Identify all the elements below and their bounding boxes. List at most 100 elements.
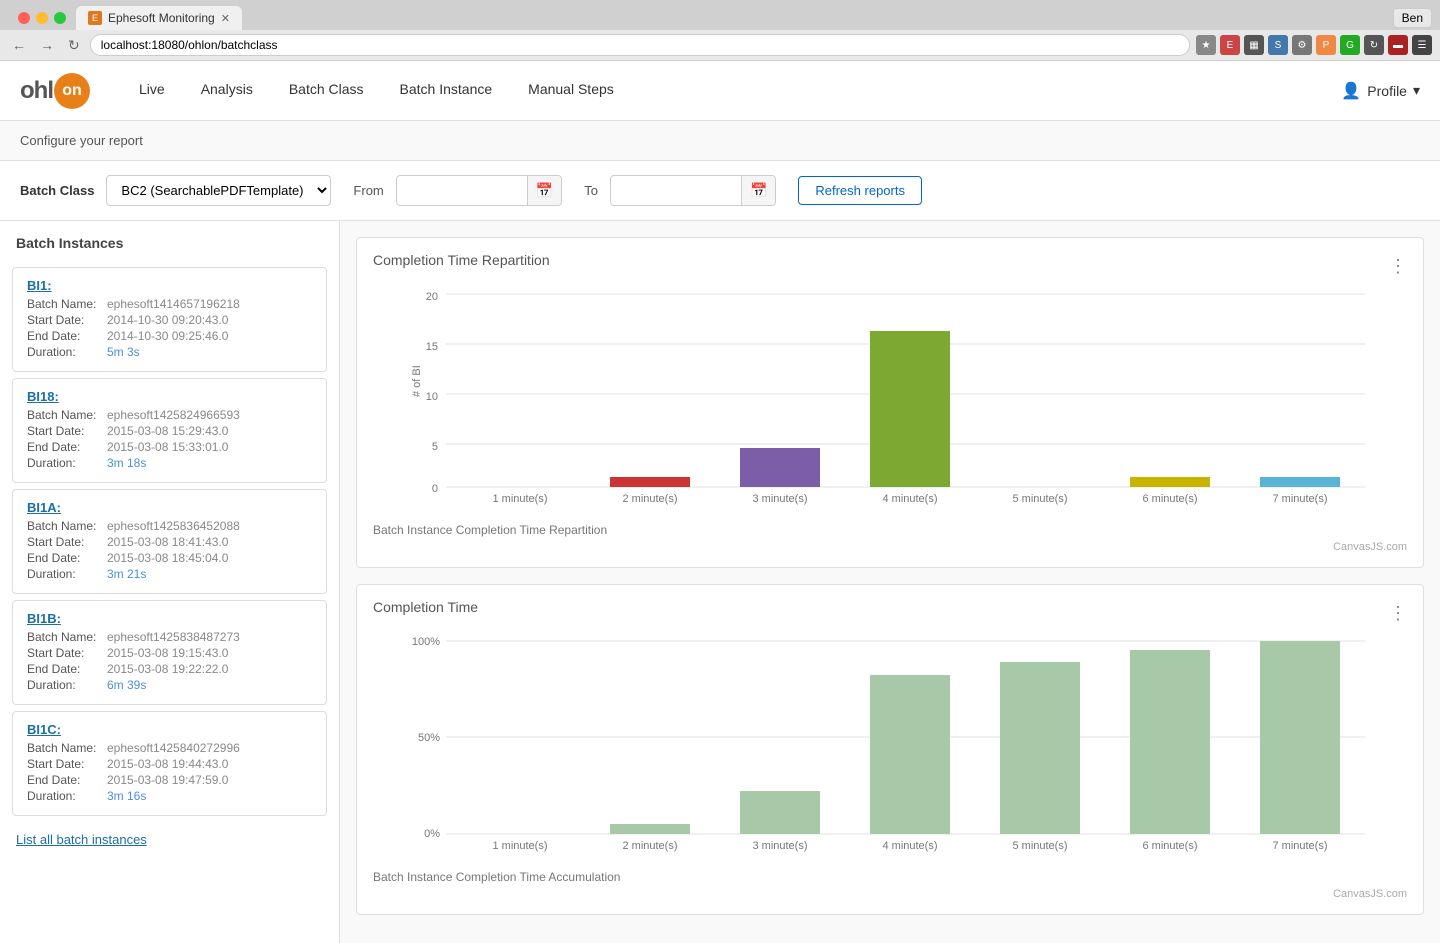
bi-card-4: BI1B: Batch Name: ephesoft1425838487273 … — [12, 600, 327, 705]
bi-val: 2014-10-30 09:20:43.0 — [107, 313, 228, 327]
bi-val: 2015-03-08 15:33:01.0 — [107, 440, 228, 454]
svg-text:100%: 100% — [412, 636, 440, 648]
bi-val: 3m 18s — [107, 456, 146, 470]
bi-row: End Date: 2014-10-30 09:25:46.0 — [27, 329, 312, 343]
bi-key: Batch Name: — [27, 630, 107, 644]
from-calendar-button[interactable]: 📅 — [527, 176, 561, 205]
bi-val: 2015-03-08 19:47:59.0 — [107, 773, 228, 787]
bi-card-2: BI18: Batch Name: ephesoft1425824966593 … — [12, 378, 327, 483]
nav-item-live[interactable]: Live — [121, 61, 183, 121]
refresh-reports-button[interactable]: Refresh reports — [798, 176, 922, 205]
svg-text:5 minute(s): 5 minute(s) — [1012, 840, 1067, 852]
nav-item-batch-instance[interactable]: Batch Instance — [382, 61, 511, 121]
ext-icon-1[interactable]: E — [1220, 35, 1240, 55]
bi-key: End Date: — [27, 551, 107, 565]
bi-val: ephesoft1425838487273 — [107, 630, 240, 644]
bi-row: Duration: 5m 3s — [27, 345, 312, 359]
svg-text:15: 15 — [426, 341, 438, 353]
profile-button[interactable]: 👤 Profile ▾ — [1341, 81, 1420, 101]
ext-icon-7[interactable]: ↻ — [1364, 35, 1384, 55]
bi-row: End Date: 2015-03-08 19:47:59.0 — [27, 773, 312, 787]
app-header: ohl on Live Analysis Batch Class Batch I… — [0, 61, 1440, 121]
chart1-title: Completion Time Repartition — [373, 252, 550, 268]
address-bar[interactable] — [90, 34, 1190, 56]
from-date-input[interactable] — [397, 177, 527, 204]
to-date-wrapper: 📅 — [610, 175, 776, 206]
bi-row: Batch Name: ephesoft1425838487273 — [27, 630, 312, 644]
chart1-container: 20 15 10 5 0 # of BI — [373, 282, 1407, 515]
to-calendar-button[interactable]: 📅 — [741, 176, 775, 205]
configure-label: Configure your report — [20, 133, 143, 148]
bi-key: End Date: — [27, 662, 107, 676]
bi-row: Start Date: 2015-03-08 15:29:43.0 — [27, 424, 312, 438]
nav-item-manual-steps[interactable]: Manual Steps — [510, 61, 632, 121]
panel-title: Batch Instances — [0, 221, 339, 261]
profile-icon: 👤 — [1341, 81, 1361, 101]
bi-title-1[interactable]: BI1: — [27, 278, 312, 293]
browser-tab[interactable]: E Ephesoft Monitoring ✕ — [76, 6, 242, 30]
close-traffic-light[interactable] — [18, 12, 30, 24]
bi-row: Start Date: 2014-10-30 09:20:43.0 — [27, 313, 312, 327]
bi-card-3: BI1A: Batch Name: ephesoft1425836452088 … — [12, 489, 327, 594]
bookmark-icon[interactable]: ★ — [1196, 35, 1216, 55]
svg-text:3 minute(s): 3 minute(s) — [752, 840, 807, 852]
svg-text:0: 0 — [432, 483, 438, 495]
ext-icon-2[interactable]: ▦ — [1244, 35, 1264, 55]
bi-key: End Date: — [27, 440, 107, 454]
ext-icon-3[interactable]: S — [1268, 35, 1288, 55]
svg-text:1 minute(s): 1 minute(s) — [492, 493, 547, 505]
chart-section-2: Completion Time ⋮ 100% 50% 0% — [356, 584, 1424, 915]
forward-button[interactable]: → — [36, 35, 58, 55]
batch-class-select[interactable]: BC2 (SearchablePDFTemplate) — [106, 175, 331, 206]
profile-chevron-icon: ▾ — [1413, 82, 1420, 99]
svg-text:7 minute(s): 7 minute(s) — [1272, 840, 1327, 852]
left-panel: Batch Instances BI1: Batch Name: ephesof… — [0, 221, 340, 943]
back-button[interactable]: ← — [8, 35, 30, 55]
filter-row: Batch Class BC2 (SearchablePDFTemplate) … — [0, 161, 1440, 221]
chart1-credit: CanvasJS.com — [373, 541, 1407, 553]
nav-item-analysis[interactable]: Analysis — [183, 61, 271, 121]
bi-val: 3m 16s — [107, 789, 146, 803]
bi-key: Duration: — [27, 789, 107, 803]
bi-key: Start Date: — [27, 646, 107, 660]
maximize-traffic-light[interactable] — [54, 12, 66, 24]
user-name-button[interactable]: Ben — [1393, 8, 1432, 28]
bi-row: Duration: 6m 39s — [27, 678, 312, 692]
bi-title-4[interactable]: BI1B: — [27, 611, 312, 626]
bi-val: 2015-03-08 19:44:43.0 — [107, 757, 228, 771]
bi-val: 2015-03-08 15:29:43.0 — [107, 424, 228, 438]
nav-item-batch-class[interactable]: Batch Class — [271, 61, 382, 121]
bi-title-3[interactable]: BI1A: — [27, 500, 312, 515]
ext-icon-5[interactable]: P — [1316, 35, 1336, 55]
bi-row: Batch Name: ephesoft1425824966593 — [27, 408, 312, 422]
svg-text:7 minute(s): 7 minute(s) — [1272, 493, 1327, 505]
nav-menu: Live Analysis Batch Class Batch Instance… — [121, 61, 1341, 121]
bi-row: End Date: 2015-03-08 19:22:22.0 — [27, 662, 312, 676]
bi-val: ephesoft1414657196218 — [107, 297, 240, 311]
browser-chrome: E Ephesoft Monitoring ✕ Ben ← → ↻ ★ E ▦ … — [0, 0, 1440, 61]
chart-section-1: Completion Time Repartition ⋮ 20 15 10 5… — [356, 237, 1424, 568]
to-date-input[interactable] — [611, 177, 741, 204]
bi-val: 5m 3s — [107, 345, 140, 359]
bi-key: End Date: — [27, 773, 107, 787]
bi-title-2[interactable]: BI18: — [27, 389, 312, 404]
tab-close-button[interactable]: ✕ — [221, 12, 230, 25]
browser-icons: ★ E ▦ S ⚙ P G ↻ ▬ ☰ — [1196, 35, 1432, 55]
ext-icon-6[interactable]: G — [1340, 35, 1360, 55]
menu-icon[interactable]: ☰ — [1412, 35, 1432, 55]
ext-icon-4[interactable]: ⚙ — [1292, 35, 1312, 55]
bi-key: Batch Name: — [27, 519, 107, 533]
chart1-menu-icon[interactable]: ⋮ — [1389, 256, 1407, 277]
list-all-link[interactable]: List all batch instances — [0, 822, 339, 857]
chart2-menu-icon[interactable]: ⋮ — [1389, 603, 1407, 624]
chart2-container: 100% 50% 0% — [373, 629, 1407, 862]
minimize-traffic-light[interactable] — [36, 12, 48, 24]
svg-text:50%: 50% — [418, 732, 440, 744]
svg-text:10: 10 — [426, 391, 438, 403]
bi-key: Duration: — [27, 678, 107, 692]
reload-button[interactable]: ↻ — [64, 35, 84, 56]
bi-card-5: BI1C: Batch Name: ephesoft1425840272996 … — [12, 711, 327, 816]
svg-text:6 minute(s): 6 minute(s) — [1142, 840, 1197, 852]
bi-title-5[interactable]: BI1C: — [27, 722, 312, 737]
ext-icon-8[interactable]: ▬ — [1388, 35, 1408, 55]
